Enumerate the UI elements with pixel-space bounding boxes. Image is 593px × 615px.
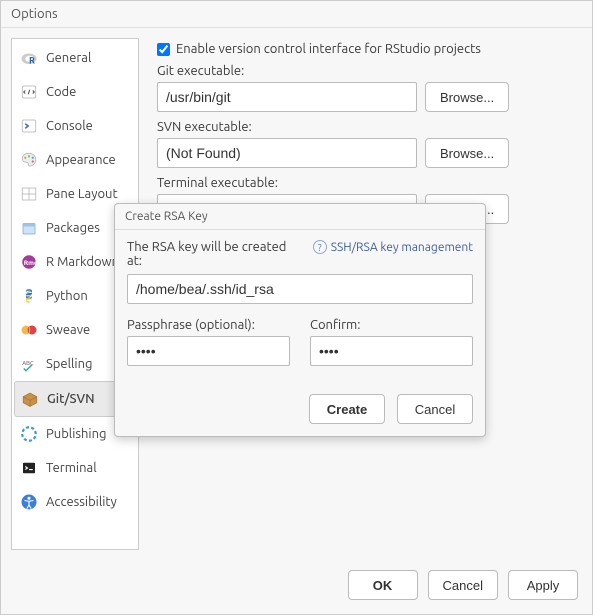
r-logo-icon: R bbox=[20, 49, 38, 67]
git-exec-label: Git executable: bbox=[157, 64, 572, 78]
svn-exec-input[interactable] bbox=[157, 138, 417, 168]
sweave-icon bbox=[20, 321, 38, 339]
passphrase-label: Passphrase (optional): bbox=[127, 318, 290, 332]
console-icon bbox=[20, 117, 38, 135]
terminal-icon bbox=[20, 459, 38, 477]
sidebar-item-label: Git/SVN bbox=[47, 392, 95, 406]
sidebar-item-label: Spelling bbox=[46, 357, 92, 371]
terminal-exec-label: Terminal executable: bbox=[157, 176, 572, 190]
python-icon bbox=[20, 287, 38, 305]
dialog-cancel-button[interactable]: Cancel bbox=[397, 394, 473, 424]
options-window: Options R General Code Console Appearanc… bbox=[0, 0, 593, 615]
ok-button[interactable]: OK bbox=[348, 570, 418, 600]
sidebar-item-label: Appearance bbox=[46, 153, 116, 167]
help-link-label: SSH/RSA key management bbox=[331, 241, 473, 254]
passphrase-input[interactable] bbox=[127, 336, 290, 366]
dialog-title: Create RSA Key bbox=[115, 204, 485, 230]
sidebar-item-accessibility[interactable]: Accessibility bbox=[14, 485, 136, 519]
sidebar-item-label: Terminal bbox=[46, 461, 97, 475]
sidebar-item-appearance[interactable]: Appearance bbox=[14, 143, 136, 177]
footer: OK Cancel Apply bbox=[1, 560, 592, 614]
spelling-icon: ABC bbox=[20, 355, 38, 373]
rsa-path-input[interactable] bbox=[127, 274, 473, 304]
sidebar-item-label: Pane Layout bbox=[46, 187, 118, 201]
panes-icon bbox=[20, 185, 38, 203]
enable-vcs-checkbox[interactable] bbox=[157, 43, 170, 56]
confirm-input[interactable] bbox=[310, 336, 473, 366]
svn-browse-button[interactable]: Browse... bbox=[425, 138, 509, 168]
publishing-icon bbox=[20, 425, 38, 443]
dialog-message: The RSA key will be created at: bbox=[127, 240, 303, 268]
window-title: Options bbox=[1, 1, 592, 28]
sidebar-item-label: Sweave bbox=[46, 323, 90, 337]
sidebar-item-label: Code bbox=[46, 85, 76, 99]
create-button[interactable]: Create bbox=[309, 394, 385, 424]
sidebar-item-label: R Markdown bbox=[46, 255, 119, 269]
rmarkdown-icon: Rmd bbox=[20, 253, 38, 271]
sidebar-item-label: Console bbox=[46, 119, 93, 133]
accessibility-icon bbox=[20, 493, 38, 511]
code-icon bbox=[20, 83, 38, 101]
cancel-button[interactable]: Cancel bbox=[428, 570, 498, 600]
sidebar-item-label: Publishing bbox=[46, 427, 107, 441]
sidebar-item-general[interactable]: R General bbox=[14, 41, 136, 75]
appearance-icon bbox=[20, 151, 38, 169]
create-rsa-key-dialog: Create RSA Key The RSA key will be creat… bbox=[114, 203, 486, 437]
sidebar-item-code[interactable]: Code bbox=[14, 75, 136, 109]
svg-text:ABC: ABC bbox=[22, 360, 34, 367]
sidebar-item-terminal[interactable]: Terminal bbox=[14, 451, 136, 485]
sidebar-item-label: General bbox=[46, 51, 91, 65]
svg-text:R: R bbox=[29, 55, 35, 65]
confirm-label: Confirm: bbox=[310, 318, 473, 332]
sidebar-item-label: Packages bbox=[46, 221, 100, 235]
git-browse-button[interactable]: Browse... bbox=[425, 82, 509, 112]
ssh-help-link[interactable]: ? SSH/RSA key management bbox=[313, 240, 473, 254]
enable-vcs-label: Enable version control interface for RSt… bbox=[176, 42, 481, 56]
sidebar-item-label: Python bbox=[46, 289, 88, 303]
sidebar-item-console[interactable]: Console bbox=[14, 109, 136, 143]
sidebar-item-label: Accessibility bbox=[46, 495, 117, 509]
svn-exec-label: SVN executable: bbox=[157, 120, 572, 134]
packages-icon bbox=[20, 219, 38, 237]
help-icon: ? bbox=[313, 240, 327, 254]
git-exec-input[interactable] bbox=[157, 82, 417, 112]
apply-button[interactable]: Apply bbox=[508, 570, 578, 600]
svg-text:Rmd: Rmd bbox=[24, 259, 38, 267]
gitsvn-icon bbox=[21, 390, 39, 408]
